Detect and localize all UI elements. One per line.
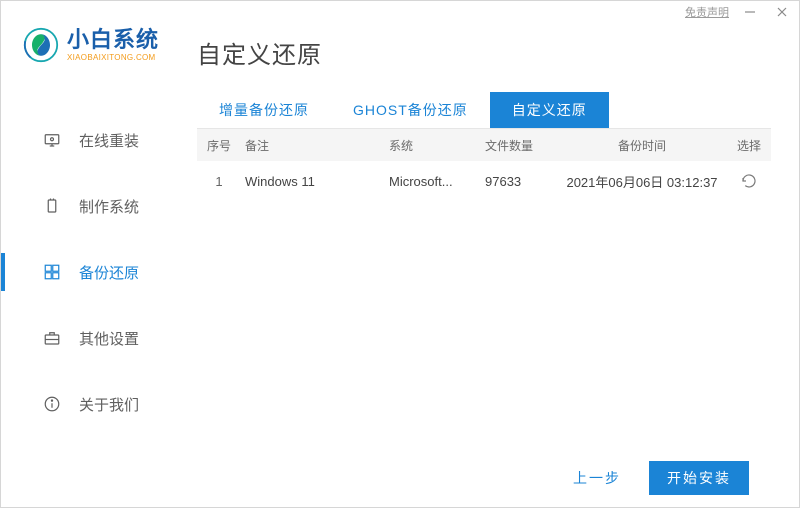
page-title: 自定义还原 [197,35,771,70]
sidebar: 小白系统 XIAOBAIXITONG.COM 在线重装 制作系统 [1,21,179,507]
cell-select [727,172,771,190]
disclaimer-link[interactable]: 免责声明 [685,4,729,20]
cell-time: 2021年06月06日 03:12:37 [557,172,727,191]
minimize-button[interactable] [739,4,761,20]
th-system: 系统 [389,137,485,154]
table-body: 1 Windows 11 Microsoft... 97633 2021年06月… [197,161,771,449]
tabs: 增量备份还原 GHOST备份还原 自定义还原 [197,92,771,129]
nav-label: 备份还原 [79,262,139,283]
nav-online-reinstall[interactable]: 在线重装 [1,107,179,173]
cell-system: Microsoft... [389,174,485,189]
monitor-icon [43,131,61,149]
brand-text: 小白系统 XIAOBAIXITONG.COM [67,29,159,62]
restore-icon [740,172,758,190]
nav-about[interactable]: 关于我们 [1,371,179,437]
th-time: 备份时间 [557,137,727,154]
th-files: 文件数量 [485,137,557,154]
nav: 在线重装 制作系统 备份还原 [1,107,179,437]
nav-label: 在线重装 [79,130,139,151]
table-row[interactable]: 1 Windows 11 Microsoft... 97633 2021年06月… [197,161,771,201]
brand: 小白系统 XIAOBAIXITONG.COM [1,21,179,73]
brand-title: 小白系统 [67,29,159,51]
nav-other-settings[interactable]: 其他设置 [1,305,179,371]
brand-logo [23,27,59,63]
footer: 上一步 开始安装 [197,449,771,507]
nav-label: 制作系统 [79,196,139,217]
info-icon [43,395,61,413]
nav-label: 关于我们 [79,394,139,415]
titlebar: 免责声明 [1,1,799,21]
tab-ghost[interactable]: GHOST备份还原 [331,92,490,128]
briefcase-icon [43,329,61,347]
table-header: 序号 备注 系统 文件数量 备份时间 选择 [197,129,771,161]
usb-icon [43,197,61,215]
grid-icon [43,263,61,281]
app-body: 小白系统 XIAOBAIXITONG.COM 在线重装 制作系统 [1,21,799,507]
main-panel: 自定义还原 增量备份还原 GHOST备份还原 自定义还原 序号 备注 系统 文件… [179,21,799,507]
tab-incremental[interactable]: 增量备份还原 [197,92,331,128]
start-install-button[interactable]: 开始安装 [649,461,749,495]
close-icon [776,6,788,18]
logo-icon [23,27,59,63]
cell-note: Windows 11 [241,174,389,189]
brand-subtitle: XIAOBAIXITONG.COM [67,53,159,62]
nav-backup-restore[interactable]: 备份还原 [1,239,179,305]
nav-label: 其他设置 [79,328,139,349]
th-index: 序号 [197,137,241,154]
th-select: 选择 [727,137,771,154]
close-button[interactable] [771,4,793,20]
cell-files: 97633 [485,174,557,189]
app-window: 免责声明 小白系统 XIAOBAIXITONG.C [0,0,800,508]
minimize-icon [744,6,756,18]
cell-index: 1 [197,174,241,189]
back-button[interactable]: 上一步 [563,460,631,496]
th-note: 备注 [241,137,389,154]
restore-action[interactable] [740,172,758,190]
nav-make-system[interactable]: 制作系统 [1,173,179,239]
tab-custom[interactable]: 自定义还原 [490,92,609,128]
